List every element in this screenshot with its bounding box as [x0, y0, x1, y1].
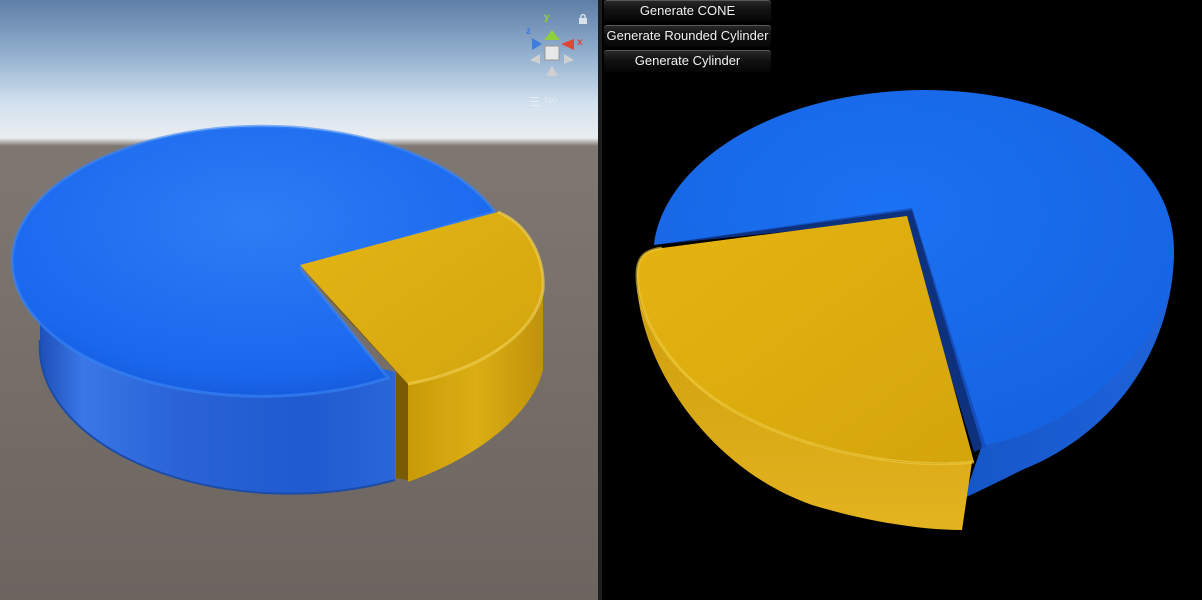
game-view: Generate CONE Generate Rounded Cylinder … [602, 0, 1202, 600]
game-pie-chart-model [635, 90, 1174, 530]
axis-x-label: x [577, 37, 583, 48]
scene-view[interactable]: y x z Iso [0, 0, 598, 600]
axis-z-label: z [526, 26, 531, 37]
generate-rounded-cylinder-button[interactable]: Generate Rounded Cylinder [604, 25, 771, 47]
view-mode-label[interactable]: Iso [544, 95, 557, 106]
scene-pie-chart-model [10, 124, 545, 495]
generate-cone-button[interactable]: Generate CONE [604, 0, 771, 22]
generate-cylinder-button[interactable]: Generate Cylinder [604, 50, 771, 72]
lock-icon[interactable] [578, 11, 588, 24]
axis-y-label: y [544, 12, 550, 23]
menu-icon[interactable] [530, 97, 539, 106]
